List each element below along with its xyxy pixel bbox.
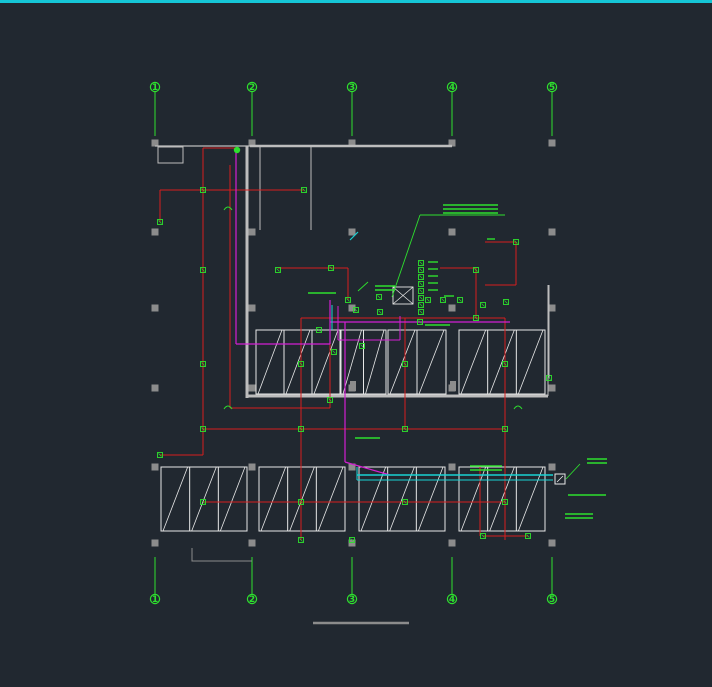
sprinkler-icon: [223, 206, 233, 211]
stall-diagonal: [418, 329, 445, 395]
stall-diagonal: [162, 466, 189, 532]
column: [548, 139, 556, 147]
grid-label-top: 5: [549, 83, 555, 93]
grid-label-top: 1: [152, 83, 158, 93]
stall-diagonal: [360, 466, 387, 532]
grid-label-top: 3: [349, 83, 355, 93]
stall-diagonal: [489, 329, 515, 395]
stair-box: [157, 146, 184, 164]
detector-mark: [419, 275, 423, 279]
structural-columns: [151, 139, 556, 547]
cad-drawing-canvas[interactable]: 1 1 2 2 3 3 4 4 5 5: [0, 0, 712, 687]
leader-line: [391, 214, 421, 298]
detector-mark: [419, 282, 423, 286]
stall-diagonal: [219, 466, 246, 532]
column: [548, 463, 556, 471]
sprinkler-icon: [223, 405, 233, 410]
stall-diagonal: [460, 466, 487, 532]
column: [151, 228, 159, 236]
valve-icon: [233, 146, 241, 154]
column: [448, 304, 456, 312]
detector-mark: [504, 300, 508, 304]
stall-diagonal: [517, 466, 544, 532]
grid-label-bottom: 2: [249, 595, 255, 605]
detector-mark: [458, 298, 462, 302]
grid-label-top: 4: [449, 83, 455, 93]
column: [548, 228, 556, 236]
stall-diagonal: [285, 329, 311, 395]
stall-diagonal: [191, 466, 217, 532]
column: [348, 304, 356, 312]
column: [248, 384, 256, 392]
cyan-pipe-network: [331, 231, 553, 481]
grid-label-bottom: 1: [152, 595, 158, 605]
grid-label-bottom: 5: [549, 595, 555, 605]
column: [348, 228, 356, 236]
stall-diagonal: [460, 329, 487, 395]
stall-diagonal: [260, 466, 287, 532]
stall-diagonal: [289, 466, 315, 532]
column: [548, 304, 556, 312]
grid-label-top: 2: [249, 83, 255, 93]
column: [151, 463, 159, 471]
misc-line: [191, 548, 252, 562]
detector-mark: [419, 268, 423, 272]
column: [450, 381, 456, 391]
column: [248, 539, 256, 547]
detector-mark: [276, 268, 280, 272]
column: [548, 539, 556, 547]
annotation-leaders: [308, 204, 607, 519]
parking-stall-frames: [160, 329, 546, 532]
detector-mark: [419, 289, 423, 293]
walls: [155, 144, 549, 398]
column: [548, 384, 556, 392]
magenta-pipe-network: [235, 150, 510, 476]
detector-mark: [419, 310, 423, 314]
stall-diagonal: [313, 329, 339, 395]
grid-label-bottom: 4: [449, 595, 455, 605]
column: [350, 381, 356, 391]
column: [448, 228, 456, 236]
axis-grid-bubbles: 1 1 2 2 3 3 4 4 5 5: [149, 81, 558, 605]
stall-diagonal: [257, 329, 283, 395]
column: [248, 463, 256, 471]
column: [248, 228, 256, 236]
stall-diagonal: [489, 466, 515, 532]
detector-mark: [419, 296, 423, 300]
detector-mark: [426, 298, 430, 302]
detector-mark: [419, 261, 423, 265]
detector-mark: [378, 310, 382, 314]
sprinkler-icon: [513, 405, 523, 410]
detector-mark: [481, 303, 485, 307]
cabinet-cross: [556, 475, 564, 483]
column: [151, 304, 159, 312]
grid-label-bottom: 3: [349, 595, 355, 605]
column: [151, 384, 159, 392]
leader-line: [565, 463, 581, 480]
stall-diagonal: [389, 466, 415, 532]
stall-diagonal: [517, 329, 544, 395]
column: [448, 463, 456, 471]
detector-mark: [419, 303, 423, 307]
detector-mark: [332, 350, 336, 354]
leader-line: [357, 281, 369, 292]
column: [448, 539, 456, 547]
column: [248, 304, 256, 312]
stall-diagonal: [317, 466, 344, 532]
detector-mark: [441, 298, 445, 302]
red-pipe-network: [159, 147, 528, 540]
stall-diagonal: [417, 466, 444, 532]
column: [151, 539, 159, 547]
detector-mark: [377, 295, 381, 299]
